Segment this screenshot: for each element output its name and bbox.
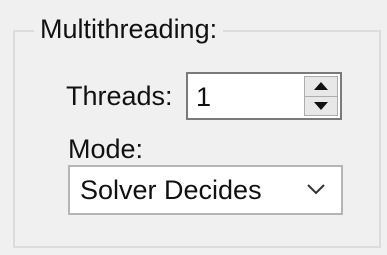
triangle-up-icon bbox=[314, 82, 328, 91]
threads-input[interactable]: 1 bbox=[196, 82, 211, 112]
group-title: Multithreading: bbox=[34, 12, 224, 46]
mode-selected-value: Solver Decides bbox=[80, 175, 262, 205]
multithreading-panel: Multithreading: Threads: 1 Mode: Solver … bbox=[0, 0, 387, 255]
mode-label: Mode: bbox=[68, 134, 144, 164]
spinner-buttons bbox=[304, 76, 338, 116]
mode-dropdown[interactable]: Solver Decides bbox=[68, 165, 343, 215]
chevron-down-icon bbox=[307, 184, 325, 195]
spinner-down-button[interactable] bbox=[304, 96, 338, 116]
threads-spinner[interactable]: 1 bbox=[186, 72, 342, 120]
threads-label: Threads: bbox=[66, 81, 173, 111]
spinner-up-button[interactable] bbox=[304, 76, 338, 97]
triangle-down-icon bbox=[314, 101, 328, 110]
